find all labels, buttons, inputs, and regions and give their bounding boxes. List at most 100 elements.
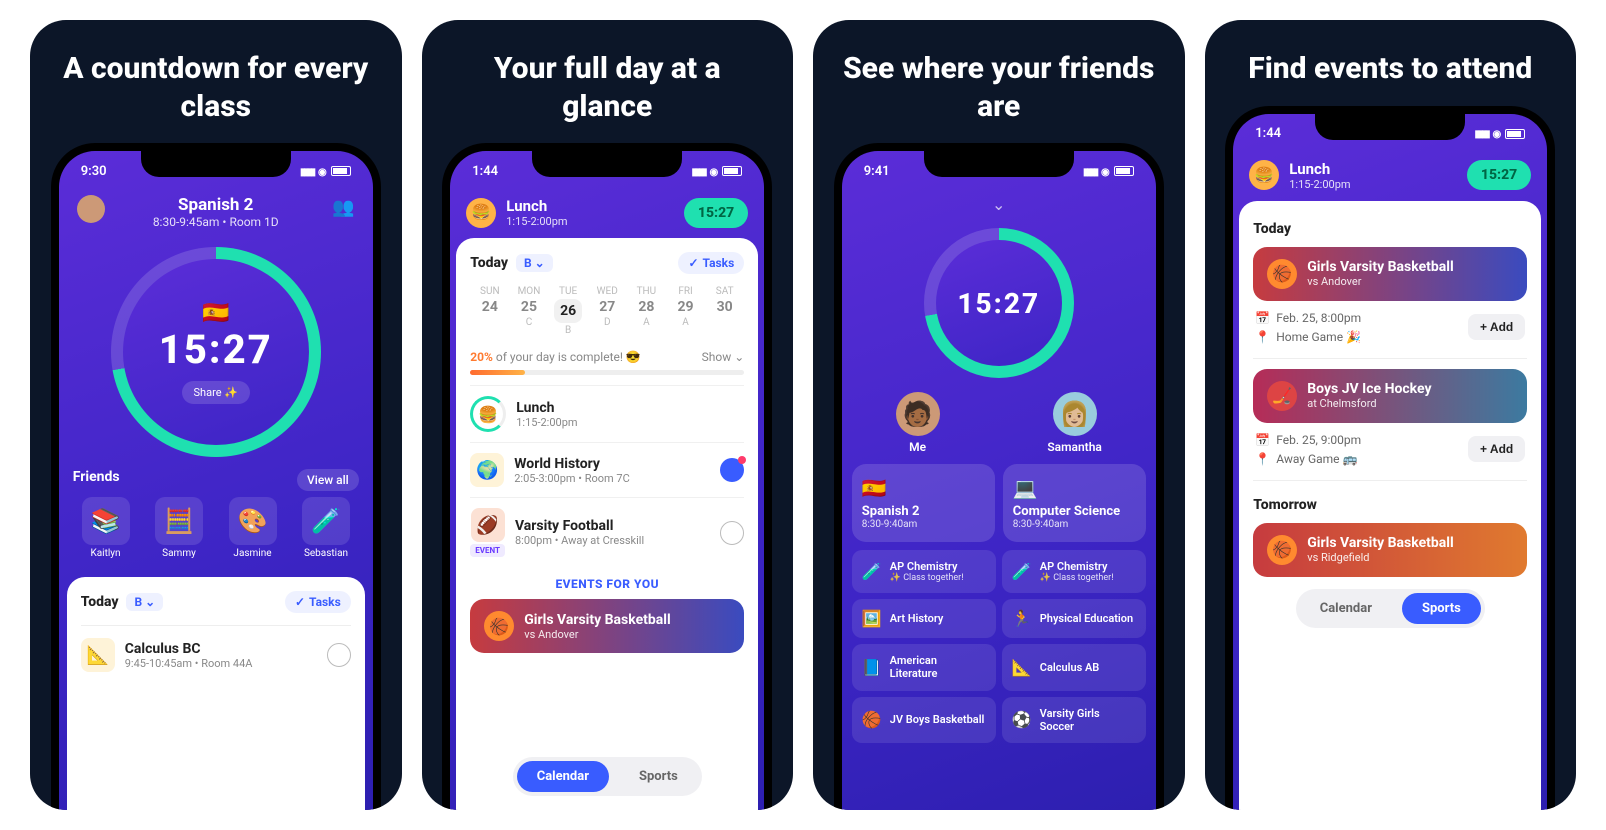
- calendar-icon: 📅: [1255, 433, 1270, 447]
- day-cell[interactable]: SAT30: [705, 286, 744, 336]
- globe-icon: 🌍: [470, 453, 504, 487]
- status-icons: [300, 164, 351, 179]
- add-friend-icon[interactable]: 👥: [332, 197, 354, 218]
- class-subtitle: 8:30-9:45am • Room 1D: [59, 215, 373, 229]
- events-card: Today 🏀 Girls Varsity Basketballvs Andov…: [1239, 201, 1541, 811]
- friend-avatar-icon: 🎨: [229, 497, 277, 545]
- show-toggle[interactable]: Show ⌄: [702, 350, 745, 364]
- friend-avatar-icon: 🧪: [302, 497, 350, 545]
- tomorrow-label: Tomorrow: [1253, 497, 1527, 513]
- event-card[interactable]: 🏀 Girls Varsity Basketballvs Andover: [1253, 247, 1527, 301]
- current-class-time: 1:15-2:00pm: [506, 215, 567, 228]
- friend-avatar-icon: 📚: [82, 497, 130, 545]
- panel-title: Your full day at a glance: [436, 50, 780, 125]
- tab-sports[interactable]: Sports: [1402, 593, 1481, 624]
- class-card[interactable]: 🇪🇸Spanish 28:30-9:40am: [852, 464, 995, 542]
- basketball-icon: 🏀: [484, 611, 514, 641]
- add-event-button[interactable]: + Add: [1468, 314, 1525, 340]
- day-letter-chip[interactable]: B ⌄: [516, 254, 553, 272]
- cell-title: JV Boys Basketball: [890, 713, 985, 726]
- event-card[interactable]: 🏒 Boys JV Ice Hockeyat Chelmsford: [1253, 369, 1527, 423]
- item-sub: 8:00pm • Away at Cresskill: [515, 534, 644, 547]
- avatar-icon: 👩🏼: [1053, 392, 1097, 436]
- tasks-button[interactable]: ✓ Tasks: [285, 591, 351, 613]
- tab-sports[interactable]: Sports: [619, 761, 698, 792]
- event-title: Girls Varsity Basketball: [1307, 259, 1453, 275]
- day-cell[interactable]: SUN24: [470, 286, 509, 336]
- day-cell-active[interactable]: TUE26B: [549, 286, 588, 336]
- schedule-item[interactable]: 🌍 World History2:05-3:00pm • Room 7C: [470, 442, 744, 497]
- notch: [141, 151, 291, 177]
- cell-icon: 🧪: [862, 562, 882, 581]
- day-cell[interactable]: THU28A: [627, 286, 666, 336]
- current-class-header: 🍔 Lunch 1:15-2:00pm 15:27: [1233, 154, 1547, 201]
- tab-bar: Calendar Sports: [513, 757, 702, 796]
- tab-calendar[interactable]: Calendar: [1300, 593, 1392, 624]
- grid-cell[interactable]: 🏃Physical Education: [1002, 599, 1146, 638]
- class-icon: 📐: [81, 638, 115, 672]
- class-card[interactable]: 💻Computer Science8:30-9:40am: [1003, 464, 1146, 542]
- countdown-time: 15:27: [159, 326, 273, 373]
- tasks-button[interactable]: ✓ Tasks: [678, 252, 744, 274]
- progress-bar: [470, 370, 744, 375]
- chat-icon[interactable]: [720, 458, 744, 482]
- class-detail: 9:45-10:45am • Room 44A: [125, 657, 253, 670]
- flag-icon: 🇪🇸: [159, 301, 273, 326]
- events-header: EVENTS FOR YOU: [470, 577, 744, 591]
- signal-icon: [1083, 164, 1097, 179]
- phone-3: 9:41 ⌄ 15:27 🧑🏾Me 👩🏼Samantha 🇪🇸Spanish 2…: [834, 143, 1164, 810]
- chat-icon[interactable]: [327, 643, 351, 667]
- card-sub: 8:30-9:40am: [862, 519, 985, 530]
- schedule-grid: 🧪AP Chemistry✨ Class together! 🧪AP Chemi…: [842, 542, 1156, 751]
- event-sub: vs Andover: [524, 628, 670, 641]
- grid-cell[interactable]: 🧪AP Chemistry✨ Class together!: [1002, 550, 1146, 593]
- friend-label: Samantha: [1047, 440, 1102, 454]
- grid-cell[interactable]: 🧪AP Chemistry✨ Class together!: [852, 550, 996, 593]
- add-event-button[interactable]: + Add: [1468, 436, 1525, 462]
- timer-pill[interactable]: 15:27: [1467, 160, 1531, 190]
- wifi-icon: [710, 164, 719, 179]
- tab-calendar[interactable]: Calendar: [517, 761, 609, 792]
- cell-title: Calculus AB: [1040, 661, 1100, 674]
- day-cell[interactable]: FRI29A: [666, 286, 705, 336]
- panel-title: Find events to attend: [1238, 50, 1542, 88]
- grid-cell[interactable]: 🖼️Art History: [852, 599, 996, 638]
- grid-cell[interactable]: 📐Calculus AB: [1002, 644, 1146, 690]
- notch: [532, 151, 682, 177]
- friend-item[interactable]: 🧮Sammy: [146, 497, 212, 559]
- friends-label: Friends: [73, 469, 120, 491]
- friend-column[interactable]: 👩🏼 Samantha: [1047, 392, 1102, 454]
- event-title: Girls Varsity Basketball: [524, 612, 670, 628]
- grid-cell[interactable]: 🏀JV Boys Basketball: [852, 697, 996, 743]
- tab-bar: Calendar Sports: [1296, 589, 1485, 628]
- countdown-time: 15:27: [957, 287, 1040, 320]
- current-class-time: 1:15-2:00pm: [1289, 178, 1350, 191]
- day-letter-chip[interactable]: B ⌄: [126, 593, 163, 611]
- item-title: World History: [514, 456, 630, 472]
- schedule-item[interactable]: 🏈 EVENT Varsity Football8:00pm • Away at…: [470, 497, 744, 567]
- day-cell[interactable]: WED27D: [588, 286, 627, 336]
- event-card[interactable]: 🏀 Girls Varsity Basketballvs Ridgefield: [1253, 523, 1527, 577]
- event-card[interactable]: 🏀 Girls Varsity Basketballvs Andover: [470, 599, 744, 653]
- schedule-item[interactable]: 🍔 Lunch1:15-2:00pm: [470, 385, 744, 442]
- pull-handle-icon[interactable]: ⌄: [842, 195, 1156, 214]
- me-column[interactable]: 🧑🏾Me: [896, 392, 940, 454]
- grid-cell[interactable]: 📘American Literature: [852, 644, 996, 690]
- friend-item[interactable]: 📚Kaitlyn: [73, 497, 139, 559]
- cell-title: Varsity Girls Soccer: [1040, 707, 1136, 733]
- share-button[interactable]: Share ✨: [182, 381, 250, 404]
- battery-icon: [1505, 129, 1525, 139]
- timer-pill[interactable]: 15:27: [684, 198, 748, 228]
- event-detail: 📅Feb. 25, 9:00pm 📍Away Game 🚌 + Add: [1253, 423, 1527, 481]
- cell-icon: 🏃: [1012, 609, 1032, 628]
- friend-item[interactable]: 🎨Jasmine: [220, 497, 286, 559]
- event-detail: 📅Feb. 25, 8:00pm 📍Home Game 🎉 + Add: [1253, 301, 1527, 359]
- chat-icon[interactable]: [720, 521, 744, 545]
- class-row[interactable]: 📐 Calculus BC 9:45-10:45am • Room 44A: [81, 625, 351, 684]
- signal-icon: [300, 164, 314, 179]
- day-cell[interactable]: MON25C: [509, 286, 548, 336]
- view-all-button[interactable]: View all: [297, 469, 359, 491]
- friend-item[interactable]: 🧪Sebastian: [293, 497, 359, 559]
- panel-2: Your full day at a glance 1:44 🍔 Lunch 1…: [422, 20, 794, 810]
- grid-cell[interactable]: ⚽Varsity Girls Soccer: [1002, 697, 1146, 743]
